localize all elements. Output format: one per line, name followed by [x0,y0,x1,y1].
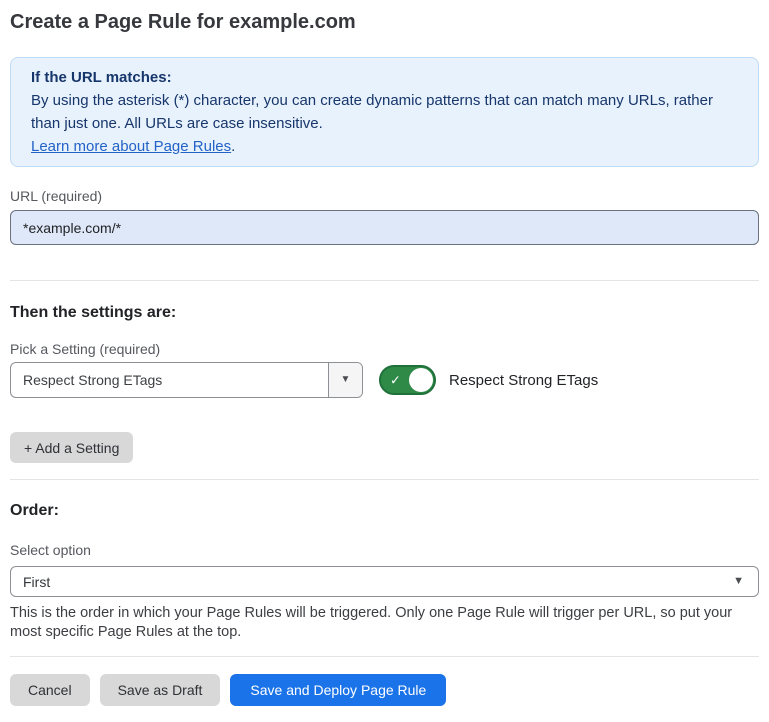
toggle-knob [409,368,433,392]
learn-more-link[interactable]: Learn more about Page Rules [31,138,231,155]
url-input[interactable] [10,210,759,245]
link-period: . [231,138,235,155]
info-box-heading: If the URL matches: [31,66,738,89]
setting-toggle-label: Respect Strong ETags [449,372,598,389]
order-heading: Order: [10,500,759,521]
chevron-down-icon: ▼ [733,576,758,587]
order-select[interactable]: First ▼ [10,566,759,597]
footer-divider [10,656,759,657]
url-match-info-box: If the URL matches: By using the asteris… [10,57,759,167]
save-draft-button[interactable]: Save as Draft [100,674,221,706]
check-icon: ✓ [390,374,401,387]
setting-select-value: Respect Strong ETags [11,372,328,388]
url-label: URL (required) [10,188,759,205]
setting-toggle[interactable]: ✓ [379,365,436,395]
add-setting-button[interactable]: + Add a Setting [10,432,133,463]
info-box-link-line: Learn more about Page Rules. [31,135,738,158]
setting-select-arrow-button[interactable]: ▼ [328,363,362,397]
save-deploy-button[interactable]: Save and Deploy Page Rule [230,674,446,706]
settings-heading: Then the settings are: [10,302,759,323]
page-title: Create a Page Rule for example.com [10,10,759,34]
setting-row: Respect Strong ETags ▼ ✓ Respect Strong … [10,362,759,398]
footer-actions: Cancel Save as Draft Save and Deploy Pag… [10,674,759,706]
info-box-body: By using the asterisk (*) character, you… [31,89,738,135]
pick-setting-label: Pick a Setting (required) [10,341,759,358]
select-option-label: Select option [10,542,759,559]
create-page-rule-form: Create a Page Rule for example.com If th… [10,10,759,706]
section-divider [10,280,759,281]
order-help-text: This is the order in which your Page Rul… [10,604,759,642]
chevron-down-icon: ▼ [341,375,351,385]
section-divider [10,479,759,480]
order-select-value: First [11,574,733,590]
setting-select[interactable]: Respect Strong ETags ▼ [10,362,363,398]
cancel-button[interactable]: Cancel [10,674,90,706]
